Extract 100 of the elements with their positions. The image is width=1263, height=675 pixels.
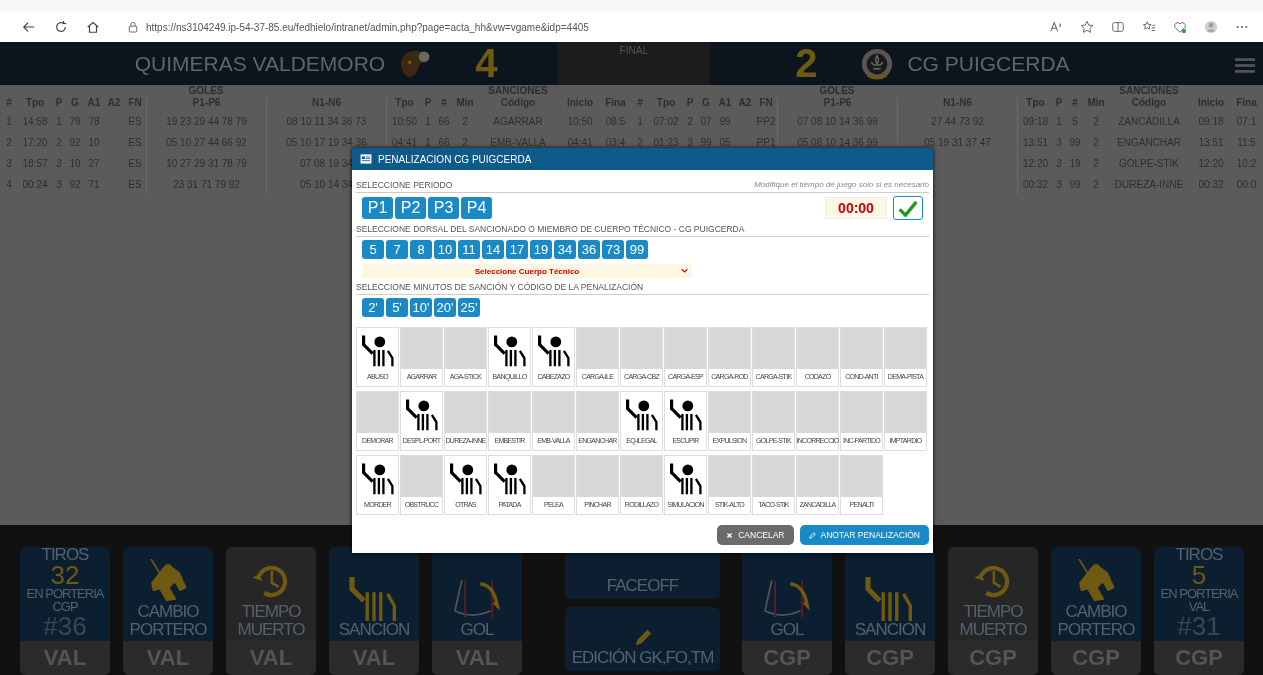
photo-placeholder [709, 392, 750, 433]
close-icon [726, 531, 734, 539]
star-icon[interactable] [1080, 20, 1094, 34]
photo-placeholder [885, 392, 926, 433]
jersey-number-button[interactable]: 17 [506, 240, 528, 259]
photo-placeholder [621, 456, 662, 497]
jersey-number-button[interactable]: 34 [554, 240, 576, 259]
tile-title: TIROS [41, 547, 89, 563]
photo-placeholder [753, 456, 794, 497]
submit-button[interactable]: ANOTAR PENALIZACIÓN [799, 525, 929, 545]
photo-placeholder [797, 456, 838, 497]
photo-placeholder [445, 328, 486, 369]
tile-subtitle: EN PORTERIA [1160, 587, 1238, 600]
jersey-number-button[interactable]: 10 [434, 240, 456, 259]
home-icon[interactable] [86, 20, 100, 34]
column-header: # [1071, 97, 1079, 110]
form-icon [360, 154, 372, 164]
jersey-number-button[interactable]: 99 [626, 240, 648, 259]
shot-count: 32 [50, 563, 80, 587]
tile-label: TIEMPO MUERTO [236, 603, 306, 639]
photo-placeholder [577, 328, 618, 369]
photo-placeholder [401, 328, 442, 369]
home-score: 4 [475, 41, 498, 86]
shot-count: 5 [1191, 563, 1207, 587]
tile-label: SANCION [854, 621, 926, 639]
tile-subtitle: EN PORTERIA [26, 587, 104, 600]
photo-placeholder [841, 328, 882, 369]
jersey-number-button[interactable]: 8 [410, 240, 432, 259]
staff-select[interactable]: Seleccione Cuerpo Técnico [362, 264, 692, 278]
photo-placeholder [753, 392, 794, 433]
jersey-number-button[interactable]: 5 [362, 240, 384, 259]
tile-label: EDICIÓN GK,FO,TM [571, 649, 714, 667]
chevron-down-icon [681, 268, 688, 273]
tile-title: TIROS [1175, 547, 1223, 563]
jersey-number-button[interactable]: 7 [386, 240, 408, 259]
away-team-name: CG PUIGCERDA [907, 51, 1070, 76]
tile-label: GOL [460, 621, 494, 639]
photo-placeholder [577, 392, 618, 433]
minutes-button[interactable]: 5' [386, 298, 408, 317]
period-button[interactable]: P3 [428, 197, 459, 219]
period-button[interactable]: P2 [395, 197, 426, 219]
profile-avatar-icon[interactable] [1204, 20, 1218, 34]
team-code: VAL [1188, 600, 1210, 613]
checkmark-icon [898, 199, 918, 217]
jersey-number-button[interactable]: 73 [602, 240, 624, 259]
minutes-button[interactable]: 25' [458, 298, 480, 317]
back-icon[interactable] [22, 20, 36, 34]
jersey-number-button[interactable]: 11 [458, 240, 480, 259]
photo-placeholder [621, 328, 662, 369]
home-team-name: QUIMERAS VALDEMORO [134, 51, 386, 76]
away-score: 2 [795, 41, 818, 86]
section-label: SELECCIONE MINUTOS DE SANCIÓN Y CÓDIGO DE LA PENALIZACIÓN [356, 282, 644, 292]
period-button[interactable]: P4 [461, 197, 492, 219]
minutes-button[interactable]: 2' [362, 298, 384, 317]
refresh-icon[interactable] [54, 20, 68, 34]
favorites-icon[interactable] [1142, 20, 1156, 34]
split-screen-icon[interactable] [1111, 20, 1125, 34]
tile-label: FACEOFF [606, 577, 679, 595]
photo-placeholder [445, 392, 486, 433]
column-header: # [440, 97, 448, 110]
photo-placeholder [401, 456, 442, 497]
photo-placeholder [709, 328, 750, 369]
photo-placeholder [797, 328, 838, 369]
photo-placeholder [533, 392, 574, 433]
photo-placeholder [577, 456, 618, 497]
photo-placeholder [753, 328, 794, 369]
tile-label: CAMBIO PORTERO [1056, 603, 1136, 639]
tile-label: GOL [770, 621, 804, 639]
time-field[interactable]: 00:00 [825, 197, 887, 219]
photo-placeholder [797, 392, 838, 433]
jersey-number-button[interactable]: 19 [530, 240, 552, 259]
photo-placeholder [841, 392, 882, 433]
photo-placeholder [709, 456, 750, 497]
column-header: # [636, 97, 644, 110]
jersey-number-button[interactable]: 14 [482, 240, 504, 259]
team-code: CGP [52, 600, 78, 613]
section-label: SELECCIONE DORSAL DEL SANCIONADO O MIEMBRO DE CUERPO TÉCNICO - CG PUIGCERDA [356, 224, 745, 234]
tile-label: SANCION [338, 621, 410, 639]
minutes-button[interactable]: 20' [434, 298, 456, 317]
period-button[interactable]: P1 [362, 197, 393, 219]
pencil-icon [808, 531, 816, 539]
read-aloud-icon[interactable] [1049, 20, 1063, 34]
hint-text: Modifique el tiempo de juego solo si es necesario [754, 180, 929, 190]
photo-placeholder [841, 456, 882, 497]
lock-icon [128, 21, 138, 33]
minutes-button[interactable]: 10' [410, 298, 432, 317]
column-header: # [5, 97, 13, 110]
photo-placeholder [357, 392, 398, 433]
photo-placeholder [665, 328, 706, 369]
heart-icon[interactable] [1173, 20, 1187, 34]
jersey-number-button[interactable]: 36 [578, 240, 600, 259]
tile-label: CAMBIO PORTERO [128, 603, 208, 639]
game-status: FINAL [619, 44, 648, 58]
confirm-button[interactable] [893, 196, 923, 220]
menu-icon[interactable] [1235, 58, 1255, 73]
photo-placeholder [885, 328, 926, 369]
cancel-button[interactable]: CANCELAR [717, 525, 794, 545]
photo-placeholder [533, 456, 574, 497]
photo-placeholder [489, 392, 530, 433]
tile-label: TIEMPO MUERTO [958, 603, 1028, 639]
